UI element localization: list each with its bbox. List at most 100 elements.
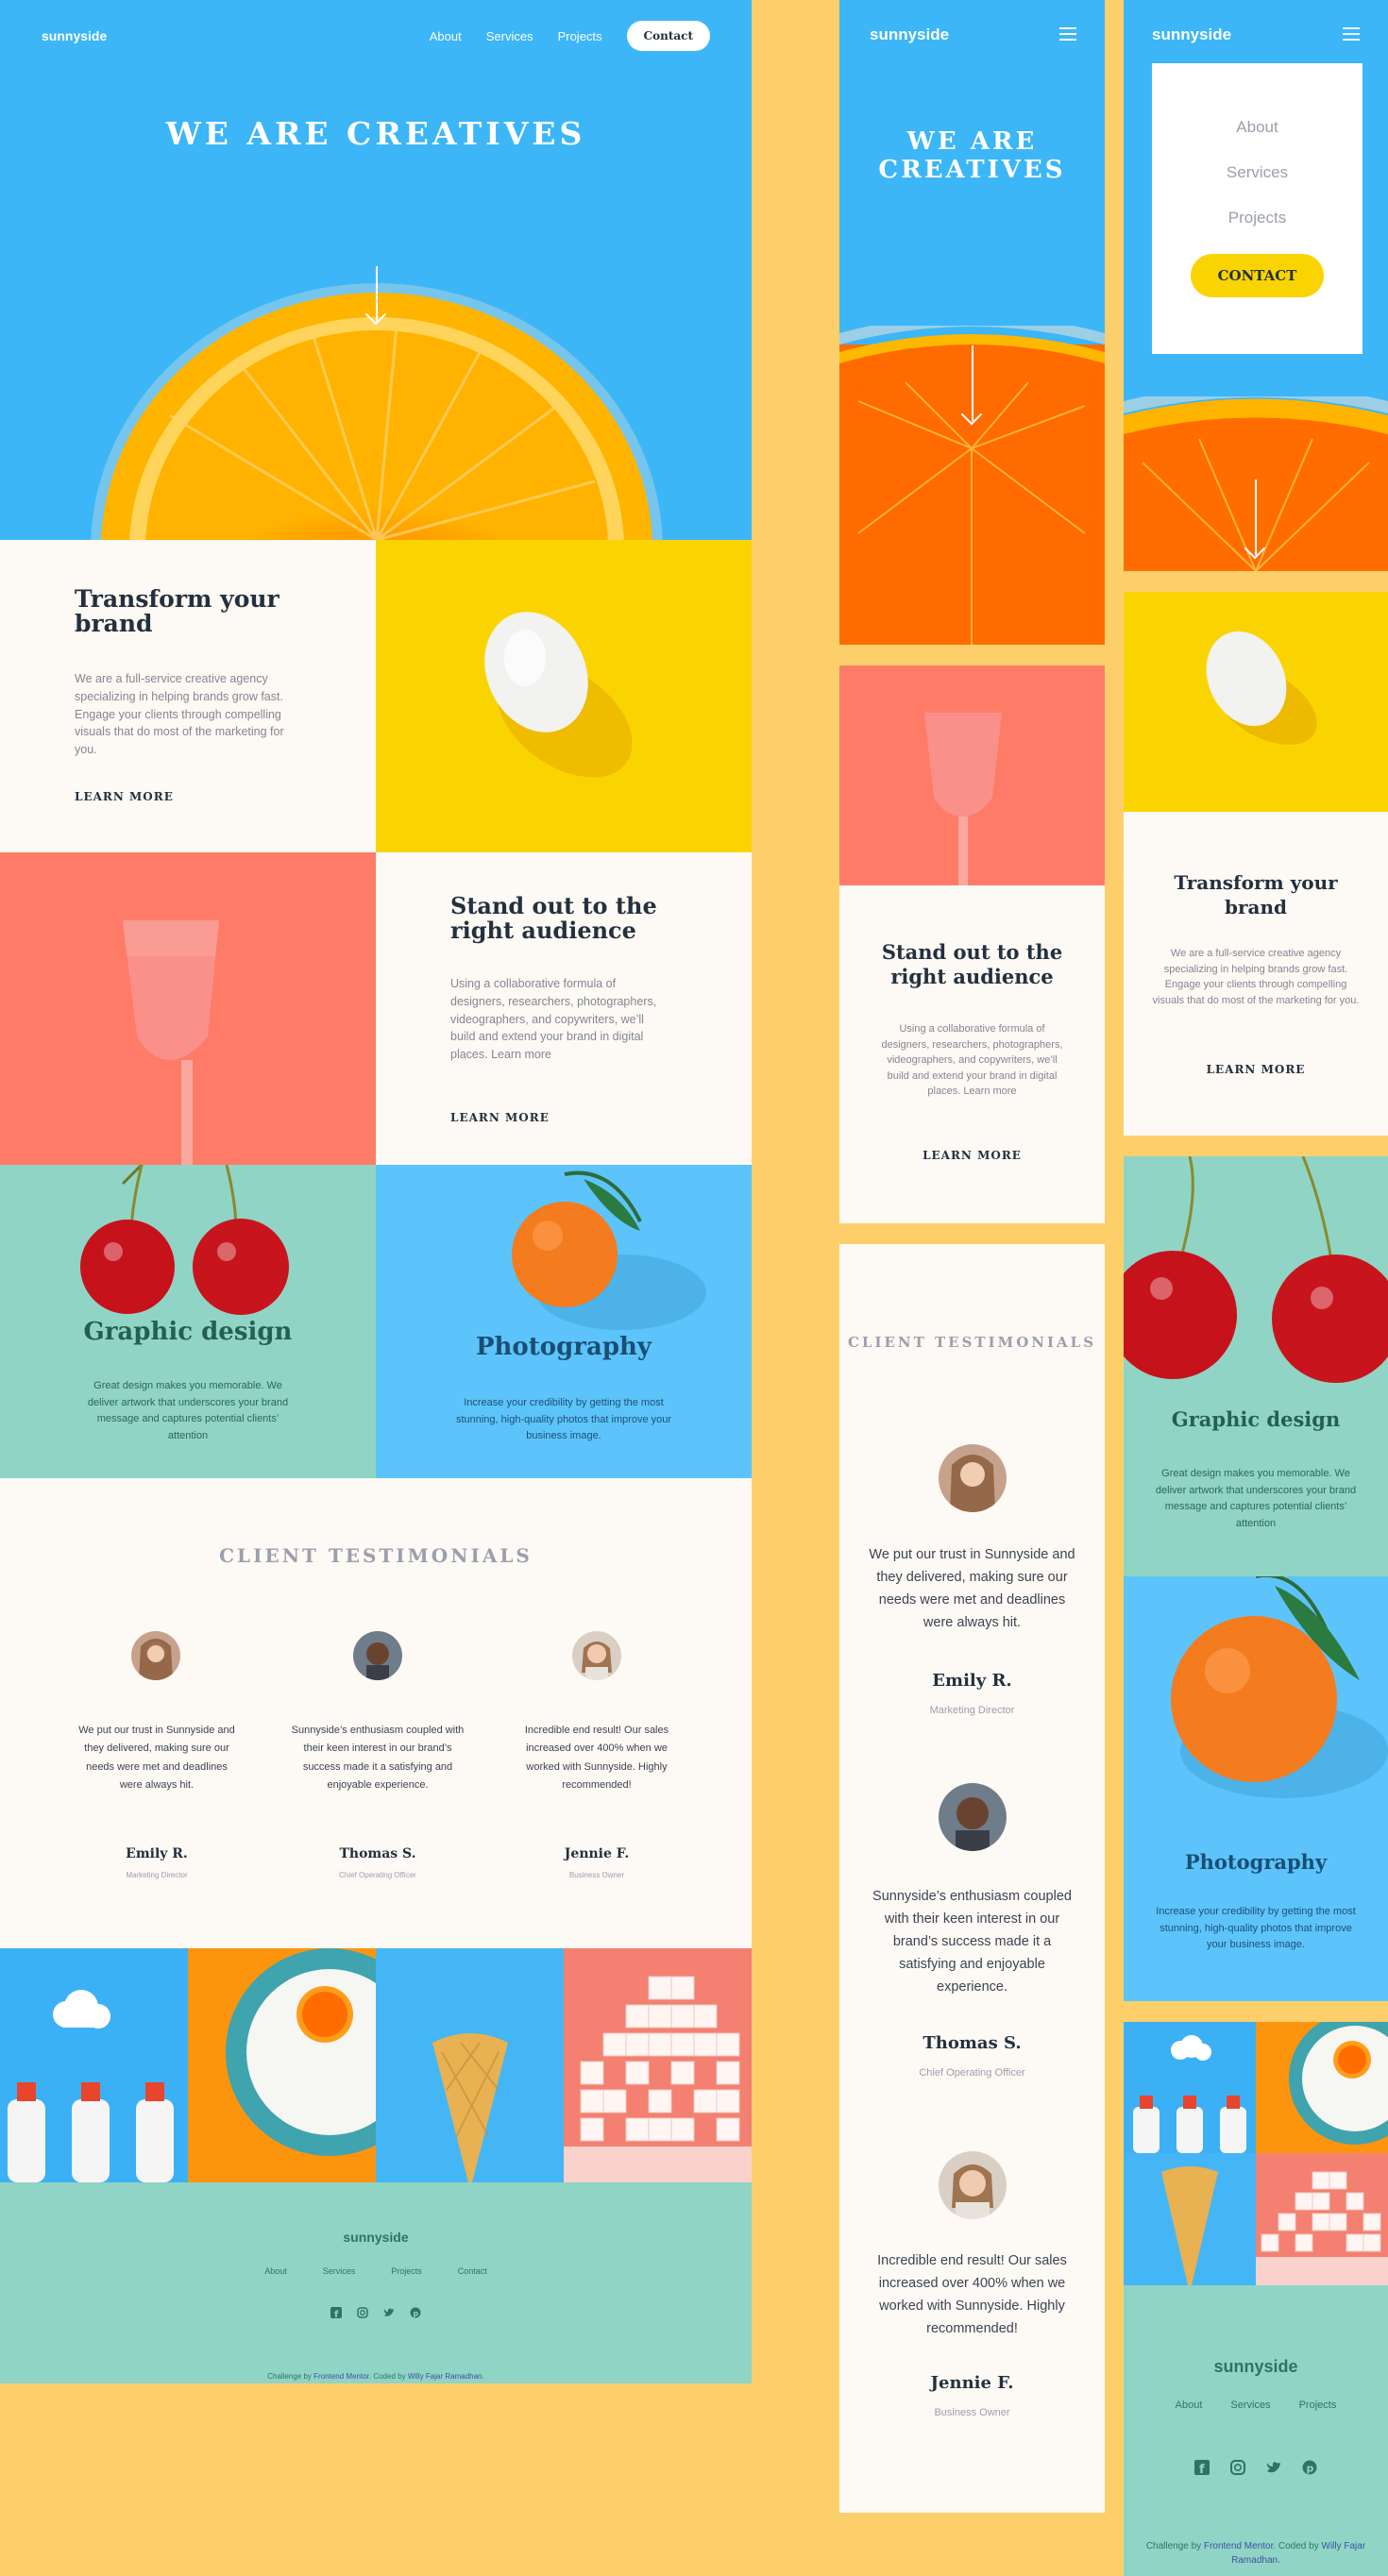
footer-projects-link[interactable]: Projects bbox=[391, 2266, 422, 2276]
mobile-photography-title: Photography bbox=[1184, 1850, 1328, 1874]
mobile-scroll-arrow-icon[interactable] bbox=[1255, 480, 1257, 555]
twitter-icon[interactable] bbox=[383, 2307, 395, 2318]
cup-image bbox=[0, 852, 376, 1165]
twitter-icon[interactable] bbox=[1266, 2460, 1281, 2475]
pinterest-icon[interactable]: p bbox=[1302, 2460, 1317, 2475]
testimonial-quote: Incredible end result! Our sales increas… bbox=[524, 1725, 669, 1791]
footer-social: f p bbox=[0, 2307, 752, 2318]
footer-logo[interactable]: sunnyside bbox=[0, 2230, 752, 2245]
standout-learn-more-link[interactable]: LEARN MORE bbox=[449, 1109, 551, 1126]
mobile-footer-projects-link[interactable]: Projects bbox=[1299, 2399, 1337, 2411]
hero-section: sunnyside About Services Projects Contac… bbox=[0, 0, 752, 540]
mobile-transform-card: Transform your brand We are a full-servi… bbox=[1124, 812, 1388, 1136]
gallery-sugar-cubes-image bbox=[564, 1948, 752, 2182]
mobile-hamburger-menu-icon[interactable] bbox=[1343, 27, 1360, 41]
tablet-testimonial-quote: Sunnyside’s enthusiasm coupled with thei… bbox=[872, 1889, 1072, 1995]
mobile-graphic-design-text: Great design makes you memorable. We del… bbox=[1155, 1468, 1357, 1529]
testimonial-name: Thomas S. bbox=[339, 1846, 416, 1861]
mobile-menu-about[interactable]: About bbox=[1152, 118, 1363, 137]
photography-card: Photography Increase your credibility by… bbox=[376, 1165, 752, 1478]
pinterest-icon[interactable]: p bbox=[410, 2307, 421, 2318]
mobile-gallery-milk-bottles-image bbox=[1124, 2022, 1256, 2153]
mobile-brand-logo[interactable]: sunnyside bbox=[1152, 25, 1231, 44]
graphic-design-card: Graphic design Great design makes you me… bbox=[0, 1165, 376, 1478]
tablet-brand-logo[interactable]: sunnyside bbox=[870, 25, 949, 44]
mobile-footer-services-link[interactable]: Services bbox=[1230, 2399, 1270, 2411]
mobile-egg-image bbox=[1124, 592, 1388, 812]
facebook-icon[interactable]: f bbox=[1194, 2460, 1210, 2475]
gallery-ice-cream-cone-image bbox=[376, 1948, 564, 2182]
footer-services-link[interactable]: Services bbox=[323, 2266, 356, 2276]
mobile-footer-social: f p bbox=[1124, 2460, 1388, 2475]
testimonial-role: Chief Operating Officer bbox=[339, 1871, 416, 1879]
footer-links: About Services Projects Contact bbox=[0, 2266, 752, 2276]
testimonial-role: Marketing Director bbox=[126, 1871, 188, 1879]
tablet-standout-heading: Stand out to the right audience bbox=[881, 940, 1063, 989]
mobile-footer-about-link[interactable]: About bbox=[1176, 2399, 1203, 2411]
transform-text-card: Transform your brand We are a full-servi… bbox=[0, 540, 376, 852]
photography-text: Increase your credibility by getting the… bbox=[455, 1397, 672, 1442]
tablet-scroll-arrow-icon[interactable] bbox=[972, 345, 973, 421]
testimonial-name: Emily R. bbox=[126, 1846, 188, 1861]
facebook-icon[interactable]: f bbox=[330, 2307, 342, 2318]
photography-title: Photography bbox=[475, 1333, 652, 1361]
mobile-footer: sunnyside About Services Projects f p Ch… bbox=[1124, 2285, 1388, 2576]
tablet-testimonial-role: Business Owner bbox=[934, 2407, 1010, 2418]
tablet-page: sunnyside WE ARE CREATIVES Stand out to … bbox=[839, 0, 1105, 2513]
mobile-gallery-orange-plate-image bbox=[1256, 2022, 1388, 2153]
svg-text:f: f bbox=[1199, 2463, 1205, 2475]
tablet-avatar-jennie bbox=[939, 2151, 1007, 2219]
desktop-page: sunnyside About Services Projects Contac… bbox=[0, 0, 752, 2383]
standout-text: Using a collaborative formula of designe… bbox=[450, 977, 657, 1061]
testimonials-section: CLIENT TESTIMONIALS We put our trust in … bbox=[0, 1478, 752, 1948]
testimonials-heading: CLIENT TESTIMONIALS bbox=[219, 1544, 533, 1567]
mobile-photography-card: Photography Increase your credibility by… bbox=[1124, 1576, 1388, 2001]
mobile-gallery-ice-cream-cone-image bbox=[1124, 2153, 1256, 2285]
author-link[interactable]: Willy Fajar Ramadhan bbox=[408, 2372, 482, 2381]
tablet-standout-learn-more-link[interactable]: LEARN MORE bbox=[839, 1147, 1105, 1164]
instagram-icon[interactable] bbox=[1230, 2460, 1245, 2475]
tablet-avatar-thomas bbox=[939, 1783, 1007, 1851]
mobile-photography-text: Increase your credibility by getting the… bbox=[1156, 1906, 1356, 1951]
tablet-testimonial-name: Emily R. bbox=[932, 1671, 1012, 1691]
mobile-menu-projects[interactable]: Projects bbox=[1152, 209, 1363, 227]
frontend-mentor-link[interactable]: Frontend Mentor bbox=[1204, 2541, 1273, 2551]
scroll-down-arrow-icon[interactable] bbox=[376, 266, 378, 321]
mobile-gallery-sugar-cubes-image bbox=[1256, 2153, 1388, 2285]
tablet-testimonial-role: Marketing Director bbox=[929, 1705, 1015, 1716]
mobile-nav-dropdown: About Services Projects CONTACT bbox=[1152, 63, 1363, 354]
transform-text: We are a full-service creative agency sp… bbox=[75, 672, 284, 756]
tablet-testimonial-role: Chief Operating Officer bbox=[919, 2067, 1025, 2079]
footer-about-link[interactable]: About bbox=[264, 2266, 287, 2276]
gallery-milk-bottles-image bbox=[0, 1948, 188, 2182]
standout-heading: Stand out to the right audience bbox=[450, 892, 657, 945]
svg-text:p: p bbox=[1307, 2463, 1314, 2475]
footer-contact-link[interactable]: Contact bbox=[458, 2266, 487, 2276]
mobile-footer-logo[interactable]: sunnyside bbox=[1124, 2357, 1388, 2377]
mobile-menu-services[interactable]: Services bbox=[1152, 163, 1363, 182]
mobile-hero-section: sunnyside About Services Projects CONTAC… bbox=[1124, 0, 1388, 571]
mobile-menu-contact-button[interactable]: CONTACT bbox=[1191, 254, 1324, 297]
graphic-design-title: Graphic design bbox=[83, 1318, 293, 1346]
tablet-testimonials-section: CLIENT TESTIMONIALS We put our trust in … bbox=[839, 1244, 1105, 2513]
testimonial-role: Business Owner bbox=[568, 1871, 625, 1879]
egg-image bbox=[376, 540, 752, 852]
svg-text:p: p bbox=[414, 2310, 419, 2318]
testimonial-name: Jennie F. bbox=[564, 1846, 630, 1861]
mobile-transform-text: We are a full-service creative agency sp… bbox=[1152, 948, 1360, 1006]
mobile-page: sunnyside About Services Projects CONTAC… bbox=[1124, 0, 1388, 2576]
gallery-orange-plate-image bbox=[188, 1948, 376, 2182]
tablet-testimonial-quote: We put our trust in Sunnyside and they d… bbox=[869, 1547, 1075, 1630]
frontend-mentor-link[interactable]: Frontend Mentor bbox=[313, 2372, 369, 2381]
hamburger-menu-icon[interactable] bbox=[1059, 27, 1076, 41]
mobile-graphic-design-card: Graphic design Great design makes you me… bbox=[1124, 1156, 1388, 1576]
tablet-standout-text: Using a collaborative formula of designe… bbox=[881, 1023, 1063, 1097]
tablet-hero-title: WE ARE CREATIVES bbox=[878, 127, 1066, 184]
svg-text:f: f bbox=[334, 2310, 339, 2318]
transform-learn-more-link[interactable]: LEARN MORE bbox=[73, 788, 176, 805]
instagram-icon[interactable] bbox=[357, 2307, 368, 2318]
mobile-transform-learn-more-link[interactable]: LEARN MORE bbox=[1124, 1061, 1388, 1078]
tablet-testimonials-heading: CLIENT TESTIMONIALS bbox=[847, 1334, 1097, 1351]
tablet-testimonial-name: Jennie F. bbox=[930, 2373, 1014, 2393]
testimonial-quote: Sunnyside’s enthusiasm coupled with thei… bbox=[291, 1725, 465, 1791]
